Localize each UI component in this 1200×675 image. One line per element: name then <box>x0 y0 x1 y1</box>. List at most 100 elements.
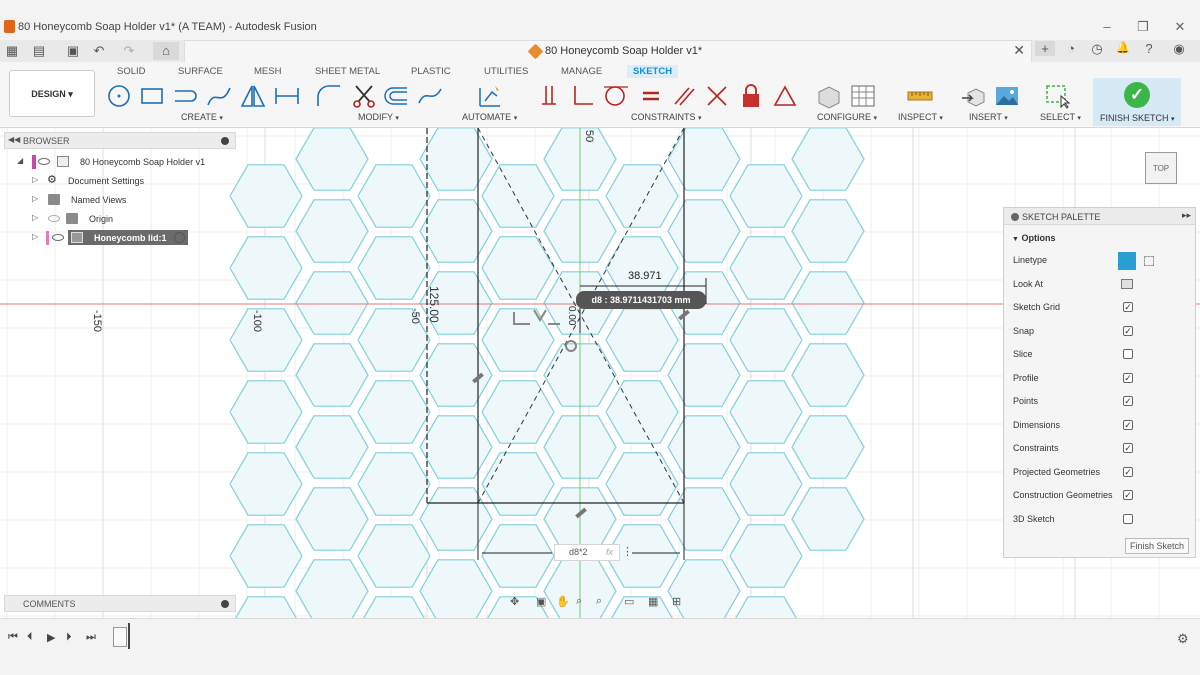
extend-curve-icon[interactable] <box>416 82 444 110</box>
fit-zoom-icon[interactable]: ⌕ <box>596 595 602 608</box>
workspace-selector[interactable]: DESIGN ▾ <box>9 70 95 117</box>
configure-menu[interactable]: CONFIGURE ▾ <box>817 112 877 122</box>
browser-item-named-views[interactable]: ▷ Named Views <box>4 191 236 209</box>
insert-derive-icon[interactable] <box>960 82 988 110</box>
palette-options-icon[interactable] <box>1011 213 1019 221</box>
create-menu[interactable]: CREATE ▾ <box>181 112 223 122</box>
trim-scissors-icon[interactable] <box>350 82 378 110</box>
grid-settings-icon[interactable]: ▦ <box>648 595 658 608</box>
dimension-value[interactable]: 38.971 <box>628 270 662 282</box>
tab-surface[interactable]: SURFACE <box>172 65 229 78</box>
points-checkbox[interactable]: ✓ <box>1123 396 1133 406</box>
constraints-menu[interactable]: CONSTRAINTS ▾ <box>631 112 702 122</box>
dimension-icon[interactable] <box>273 82 301 110</box>
collapse-triangle-icon[interactable]: ◢ <box>17 156 23 165</box>
profile-checkbox[interactable]: ✓ <box>1123 373 1133 383</box>
insert-menu[interactable]: INSERT ▾ <box>969 112 1008 122</box>
configure-box-icon[interactable] <box>815 82 843 110</box>
look-at-icon[interactable]: ▣ <box>536 595 546 608</box>
zoom-icon[interactable]: ⌕ <box>576 595 582 608</box>
expand-triangle-icon[interactable]: ▷ <box>32 213 38 222</box>
fillet-icon[interactable] <box>315 82 343 110</box>
construction-linetype-icon[interactable] <box>1118 252 1136 270</box>
automate-icon[interactable] <box>476 82 504 110</box>
pan-hand-icon[interactable]: ✋ <box>556 595 570 608</box>
dimension-input[interactable]: d8*2 fx <box>554 544 620 561</box>
perpendicular-constraint-icon[interactable] <box>569 82 597 110</box>
go-to-end-icon[interactable]: ⏭ <box>86 631 96 644</box>
offset-icon[interactable] <box>383 82 411 110</box>
fx-icon[interactable]: fx <box>606 545 613 560</box>
select-window-icon[interactable] <box>1044 82 1072 110</box>
timeline-sketch-feature[interactable] <box>113 627 127 647</box>
triangle-constraint-icon[interactable] <box>771 82 799 110</box>
slot-icon[interactable] <box>171 82 199 110</box>
visibility-eye-icon[interactable] <box>52 234 64 241</box>
tab-sketch[interactable]: SKETCH <box>627 65 679 78</box>
sketch-grid-checkbox[interactable]: ✓ <box>1123 302 1133 312</box>
notifications-icon[interactable]: 🔔 <box>1113 41 1133 54</box>
panel-options-icon[interactable] <box>221 137 229 145</box>
tab-sheet-metal[interactable]: SHEET METAL <box>309 65 386 78</box>
construction-geometries-checkbox[interactable]: ✓ <box>1123 490 1133 500</box>
options-section[interactable]: ▼ Options <box>1012 233 1055 243</box>
add-comment-icon[interactable] <box>221 600 229 608</box>
expand-triangle-icon[interactable]: ▷ <box>32 232 38 241</box>
collapse-arrow-icon[interactable]: ◀◀ <box>8 135 20 144</box>
browser-header[interactable]: ◀◀ BROWSER <box>4 132 236 149</box>
centerline-linetype-icon[interactable] <box>1144 256 1154 266</box>
expand-triangle-icon[interactable]: ▷ <box>32 175 38 184</box>
orbit-icon[interactable]: ✥ <box>510 595 519 608</box>
more-options-icon[interactable]: ⋮ <box>622 545 633 558</box>
expand-palette-icon[interactable]: ▸▸ <box>1182 210 1191 221</box>
tab-manage[interactable]: MANAGE <box>555 65 608 78</box>
equal-constraint-icon[interactable] <box>637 82 665 110</box>
small-dimension-label[interactable]: 0.00 <box>566 306 577 325</box>
extensions-icon[interactable]: ◔ <box>1061 41 1081 56</box>
rectangle-icon[interactable] <box>138 82 166 110</box>
modify-menu[interactable]: MODIFY ▾ <box>358 112 399 122</box>
tab-mesh[interactable]: MESH <box>248 65 287 78</box>
comments-panel[interactable]: COMMENTS <box>4 595 236 612</box>
fix-lock-icon[interactable] <box>737 82 765 110</box>
view-cube[interactable]: TOP <box>1145 152 1177 184</box>
new-tab-icon[interactable]: + <box>1035 41 1055 56</box>
spline-icon[interactable] <box>205 82 233 110</box>
look-at-icon[interactable] <box>1121 279 1133 289</box>
3d-sketch-checkbox[interactable] <box>1123 514 1133 524</box>
vertical-dimension-label[interactable]: 125.00 <box>427 286 441 323</box>
coincident-constraint-icon[interactable] <box>537 82 565 110</box>
play-icon[interactable]: ▶ <box>47 631 55 644</box>
tab-solid[interactable]: SOLID <box>111 65 152 78</box>
step-back-icon[interactable]: ⏴ <box>27 631 33 644</box>
tangent-constraint-icon[interactable] <box>602 82 630 110</box>
snap-checkbox[interactable]: ✓ <box>1123 326 1133 336</box>
browser-item-document-settings[interactable]: ▷ ⚙ Document Settings <box>4 172 236 190</box>
viewports-icon[interactable]: ⊞ <box>672 595 681 608</box>
slice-checkbox[interactable] <box>1123 349 1133 359</box>
palette-finish-sketch-button[interactable]: Finish Sketch <box>1125 538 1189 554</box>
automate-menu[interactable]: AUTOMATE ▾ <box>462 112 517 122</box>
timeline-settings-icon[interactable]: ⚙ <box>1177 631 1189 647</box>
profile-icon[interactable]: ◉ <box>1169 41 1189 57</box>
measure-ruler-icon[interactable] <box>906 82 934 110</box>
expand-triangle-icon[interactable]: ▷ <box>32 194 38 203</box>
timeline-marker[interactable] <box>128 623 130 649</box>
visibility-eye-icon[interactable] <box>38 158 50 165</box>
dimensions-checkbox[interactable]: ✓ <box>1123 420 1133 430</box>
browser-item-root[interactable]: ◢ 80 Honeycomb Soap Holder v1 <box>4 153 236 171</box>
configure-table-icon[interactable] <box>849 82 877 110</box>
inspect-menu[interactable]: INSPECT ▾ <box>898 112 943 122</box>
help-icon[interactable]: ? <box>1139 41 1159 56</box>
hidden-eye-icon[interactable] <box>48 215 60 222</box>
finish-sketch-button[interactable]: ✓ FINISH SKETCH ▾ <box>1093 78 1181 126</box>
parallel-constraint-icon[interactable] <box>670 82 698 110</box>
sketch-palette-header[interactable]: SKETCH PALETTE ▸▸ <box>1004 208 1195 225</box>
select-menu[interactable]: SELECT ▾ <box>1040 112 1081 122</box>
go-to-start-icon[interactable]: ⏮ <box>8 631 18 644</box>
symmetry-constraint-icon[interactable] <box>703 82 731 110</box>
browser-item-honeycomb-lid[interactable]: ▷ Honeycomb lid:1 <box>4 229 236 247</box>
center-circle-icon[interactable] <box>105 82 133 110</box>
tab-utilities[interactable]: UTILITIES <box>478 65 534 78</box>
display-settings-icon[interactable]: ▭ <box>624 595 634 608</box>
